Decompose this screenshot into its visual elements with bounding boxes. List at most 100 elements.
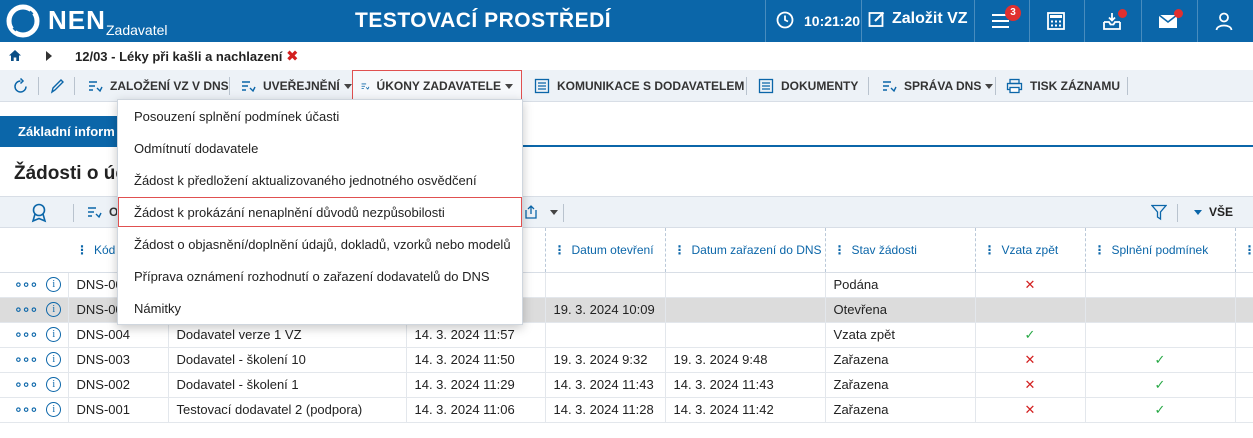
info-icon[interactable]: i bbox=[46, 352, 62, 367]
info-icon[interactable]: i bbox=[46, 277, 62, 292]
table-row[interactable]: ∘∘∘ i DNS-003 Dodavatel - školení 10 14. 3. … bbox=[0, 347, 1253, 373]
caret-down-icon[interactable] bbox=[1194, 210, 1202, 215]
cell-withdrawn: ✕ bbox=[975, 347, 1086, 373]
caret-down-icon bbox=[343, 83, 352, 89]
calculator-icon[interactable] bbox=[1045, 10, 1067, 32]
column-header-vzata-zpet[interactable]: ⋮ Vzata zpět bbox=[975, 228, 1086, 273]
cell-supplier: Testovací dodavatel 2 (podpora) bbox=[168, 397, 407, 423]
more-options-icon[interactable]: ∘∘∘ bbox=[14, 326, 38, 343]
inbox-indicator bbox=[1118, 9, 1127, 18]
refresh-button[interactable] bbox=[12, 70, 36, 102]
toolbar-item-ukony-zadavatele[interactable]: ÚKONY ZADAVATELE bbox=[352, 70, 522, 102]
breadcrumb-arrow-icon bbox=[46, 51, 52, 61]
list-flow-icon bbox=[242, 80, 256, 92]
menu-item[interactable]: Námitky bbox=[118, 293, 522, 323]
cell-conditions bbox=[1085, 272, 1236, 298]
check-icon: ✓ bbox=[1154, 351, 1166, 367]
list-flow-icon bbox=[883, 80, 897, 92]
cell-withdrawn: ✓ bbox=[975, 322, 1086, 348]
column-header-splneni-podminek[interactable]: ⋮ Splnění podmínek bbox=[1085, 228, 1236, 273]
print-icon bbox=[1006, 78, 1023, 94]
toolbar-divider bbox=[868, 77, 869, 95]
cell-conditions bbox=[1085, 297, 1236, 323]
info-icon[interactable]: i bbox=[46, 402, 62, 417]
menu-item[interactable]: Žádost k prokázání nenaplnění důvodů nez… bbox=[118, 197, 522, 227]
edit-button[interactable] bbox=[50, 70, 71, 102]
create-vz-button[interactable]: Založit VZ bbox=[868, 10, 968, 28]
column-header-more[interactable]: ⋮ bbox=[1235, 228, 1253, 273]
toolbar-item-uverejneni[interactable]: UVEŘEJNĚNÍ bbox=[241, 70, 352, 102]
column-header-stav-zadosti[interactable]: ⋮ Stav žádosti bbox=[825, 228, 976, 273]
refresh-icon bbox=[14, 77, 27, 93]
brand-subtitle: Zadavatel bbox=[106, 22, 168, 38]
more-options-icon[interactable]: ∘∘∘ bbox=[14, 401, 38, 418]
check-icon: ✓ bbox=[1024, 326, 1036, 342]
home-icon[interactable] bbox=[8, 49, 22, 62]
toolbar-divider bbox=[73, 204, 74, 222]
more-options-icon[interactable]: ∘∘∘ bbox=[14, 351, 38, 368]
check-icon: ✓ bbox=[1154, 401, 1166, 417]
mail-indicator bbox=[1174, 9, 1183, 18]
header-divider bbox=[1084, 0, 1085, 42]
award-icon[interactable] bbox=[30, 203, 48, 223]
toolbar-divider bbox=[563, 204, 564, 222]
cell-opened: 19. 3. 2024 10:09 bbox=[545, 297, 666, 323]
column-header-datum-otevreni[interactable]: ⋮ Datum otevření bbox=[545, 228, 666, 273]
toolbar-item-tisk[interactable]: TISK ZÁZNAMU bbox=[1006, 70, 1120, 102]
breadcrumb: 12/03 - Léky při kašli a nachlazení ✖ bbox=[0, 42, 1253, 70]
column-header-label: Datum otevření bbox=[571, 242, 654, 257]
info-icon[interactable]: i bbox=[46, 377, 62, 392]
toolbar-item-sprava-dns[interactable]: SPRÁVA DNS bbox=[882, 70, 994, 102]
filter-selection[interactable]: VŠE bbox=[1209, 205, 1233, 219]
caret-down-icon bbox=[505, 83, 513, 89]
toolbar-divider bbox=[995, 77, 996, 95]
more-options-icon[interactable]: ∘∘∘ bbox=[14, 301, 38, 318]
menu-item[interactable]: Odmítnutí dodavatele bbox=[118, 133, 522, 163]
toolbar-divider bbox=[746, 77, 747, 95]
menu-item[interactable]: Posouzení splnění podmínek účasti bbox=[118, 101, 522, 131]
cell-state: Zařazena bbox=[825, 397, 976, 423]
menu-item[interactable]: Příprava oznámení rozhodnutí o zařazení … bbox=[118, 261, 522, 291]
nen-logo-icon[interactable] bbox=[6, 4, 40, 38]
cell-opened bbox=[545, 322, 666, 348]
info-icon[interactable]: i bbox=[46, 327, 62, 342]
filter-icon[interactable] bbox=[1151, 204, 1167, 221]
table-row[interactable]: ∘∘∘ i DNS-002 Dodavatel - školení 1 14. 3. 2… bbox=[0, 372, 1253, 398]
more-options-icon[interactable]: ∘∘∘ bbox=[14, 376, 38, 393]
toolbar-item-komunikace[interactable]: KOMUNIKACE S DODAVATELEM bbox=[534, 70, 744, 102]
menu-item[interactable]: Žádost k předložení aktualizovaného jedn… bbox=[118, 165, 522, 195]
top-header: NEN Zadavatel TESTOVACÍ PROSTŘEDÍ 10:21:… bbox=[0, 0, 1253, 42]
cell-opened bbox=[545, 272, 666, 298]
toolbar-item-dokumenty[interactable]: DOKUMENTY bbox=[758, 70, 858, 102]
grid-action-button[interactable]: O bbox=[87, 197, 118, 227]
document-list-icon bbox=[534, 78, 550, 94]
export-button[interactable] bbox=[523, 197, 558, 227]
close-icon[interactable]: ✖ bbox=[286, 47, 299, 65]
document-list-icon bbox=[758, 78, 774, 94]
table-row[interactable]: ∘∘∘ i DNS-004 Dodavatel verze 1 VZ 14. 3. 20… bbox=[0, 322, 1253, 348]
cell-supplier: Dodavatel - školení 10 bbox=[168, 347, 407, 373]
notification-badge: 3 bbox=[1005, 5, 1021, 21]
brand-name[interactable]: NEN bbox=[48, 5, 106, 36]
more-options-icon[interactable]: ∘∘∘ bbox=[14, 276, 38, 293]
cell-conditions: ✓ bbox=[1085, 372, 1236, 398]
cross-icon: ✕ bbox=[1024, 401, 1036, 417]
toolbar-divider bbox=[229, 77, 230, 95]
cell-included bbox=[665, 322, 826, 348]
column-header-datum-zarazeni[interactable]: ⋮ Datum zařazení do DNS bbox=[665, 228, 826, 273]
toolbar-item-label: KOMUNIKACE S DODAVATELEM bbox=[557, 79, 745, 93]
cell-empty bbox=[1235, 272, 1253, 298]
toolbar-item-label: DOKUMENTY bbox=[781, 79, 859, 93]
table-row[interactable]: ∘∘∘ i DNS-001 Testovací dodavatel 2 (podpor… bbox=[0, 397, 1253, 423]
column-header-label: Vzata zpět bbox=[1001, 242, 1059, 257]
breadcrumb-title[interactable]: 12/03 - Léky při kašli a nachlazení bbox=[75, 49, 282, 64]
menu-item[interactable]: Žádost o objasnění/doplnění údajů, dokla… bbox=[118, 229, 522, 259]
cell-opened: 19. 3. 2024 9:32 bbox=[545, 347, 666, 373]
info-icon[interactable]: i bbox=[46, 302, 62, 317]
toolbar-item-zalozeni-vz[interactable]: ZALOŽENÍ VZ V DNS bbox=[88, 70, 229, 102]
cell-included: 19. 3. 2024 9:48 bbox=[665, 347, 826, 373]
header-divider bbox=[1197, 0, 1198, 42]
user-icon[interactable] bbox=[1213, 10, 1235, 32]
tab-label: Základní inform bbox=[18, 124, 115, 139]
row-actions: ∘∘∘ i bbox=[0, 322, 69, 348]
